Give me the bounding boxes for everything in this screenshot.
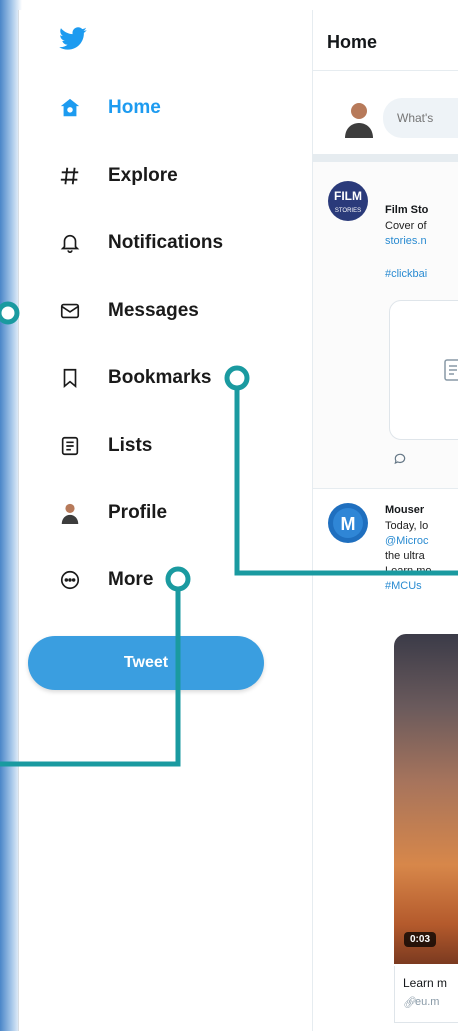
- link-preview-card[interactable]: [389, 300, 458, 440]
- sidebar-item-label: Profile: [108, 502, 168, 523]
- compose-area: [313, 70, 458, 162]
- svg-text:M: M: [341, 514, 356, 534]
- sidebar: Home Explore Notifications Messages Book…: [18, 0, 298, 1031]
- timeline-header: Home: [313, 10, 458, 71]
- video-card-caption[interactable]: Learn m 🔗︎ eu.m: [394, 966, 458, 1023]
- tweet-mention[interactable]: @Microc: [385, 535, 429, 547]
- more-circle-icon: [56, 566, 84, 594]
- tweet-text: Learn mo: [385, 565, 432, 577]
- bookmark-icon: [56, 364, 84, 392]
- twitter-logo-icon[interactable]: [56, 24, 90, 54]
- tweet-hashtag[interactable]: #MCUs: [385, 580, 422, 592]
- video-duration-badge: 0:03: [404, 932, 437, 947]
- home-icon: [56, 94, 84, 122]
- sidebar-item-lists[interactable]: Lists: [56, 426, 152, 466]
- tweet-link[interactable]: stories.n: [385, 235, 427, 247]
- sidebar-item-notifications[interactable]: Notifications: [56, 223, 223, 263]
- video-thumbnail[interactable]: [394, 634, 458, 964]
- sidebar-item-label: Lists: [108, 435, 153, 456]
- tweet-author[interactable]: Mouser: [385, 504, 424, 516]
- svg-text:FILM: FILM: [334, 189, 362, 203]
- sidebar-item-label: Messages: [108, 300, 199, 321]
- film-stories-avatar[interactable]: FILM STORIES: [327, 180, 369, 222]
- sidebar-item-label: Home: [108, 97, 161, 118]
- sidebar-item-profile[interactable]: Profile: [56, 493, 167, 533]
- sidebar-item-label: More: [108, 569, 154, 590]
- callout-messages-marker: [0, 301, 20, 325]
- tweet-item[interactable]: FILM STORIES Film Sto Cover of stories.n…: [313, 162, 458, 489]
- sidebar-item-label: Explore: [108, 165, 178, 186]
- sidebar-item-bookmarks[interactable]: Bookmarks: [56, 358, 212, 398]
- bell-icon: [56, 229, 84, 257]
- sidebar-item-messages[interactable]: Messages: [56, 291, 199, 331]
- video-caption-link[interactable]: eu.m: [415, 996, 439, 1008]
- mouser-avatar[interactable]: M: [327, 502, 369, 544]
- video-caption-title: Learn m: [403, 976, 448, 990]
- hashtag-icon: [56, 162, 84, 190]
- document-icon: [444, 359, 458, 381]
- sidebar-item-home[interactable]: Home: [56, 88, 161, 128]
- list-icon: [56, 432, 84, 460]
- tweet-text: the ultra: [385, 550, 425, 562]
- svg-text:STORIES: STORIES: [335, 208, 361, 214]
- sidebar-item-more[interactable]: More: [56, 560, 153, 600]
- page-title: Home: [327, 32, 378, 52]
- sidebar-item-label: Notifications: [108, 232, 224, 253]
- sidebar-item-label: Bookmarks: [108, 367, 212, 388]
- avatar[interactable]: [343, 100, 375, 138]
- tweet-text: Today, lo: [385, 520, 429, 532]
- envelope-icon: [56, 297, 84, 325]
- tweet-hashtag[interactable]: #clickbai: [385, 268, 427, 280]
- reply-icon[interactable]: [393, 452, 407, 466]
- profile-avatar-icon: [56, 499, 84, 527]
- tweet-text: Cover of: [385, 220, 427, 232]
- tweet-author[interactable]: Film Sto: [385, 204, 428, 216]
- tweet-button[interactable]: Tweet: [28, 636, 264, 690]
- sidebar-item-explore[interactable]: Explore: [56, 156, 178, 196]
- compose-input[interactable]: [383, 98, 458, 138]
